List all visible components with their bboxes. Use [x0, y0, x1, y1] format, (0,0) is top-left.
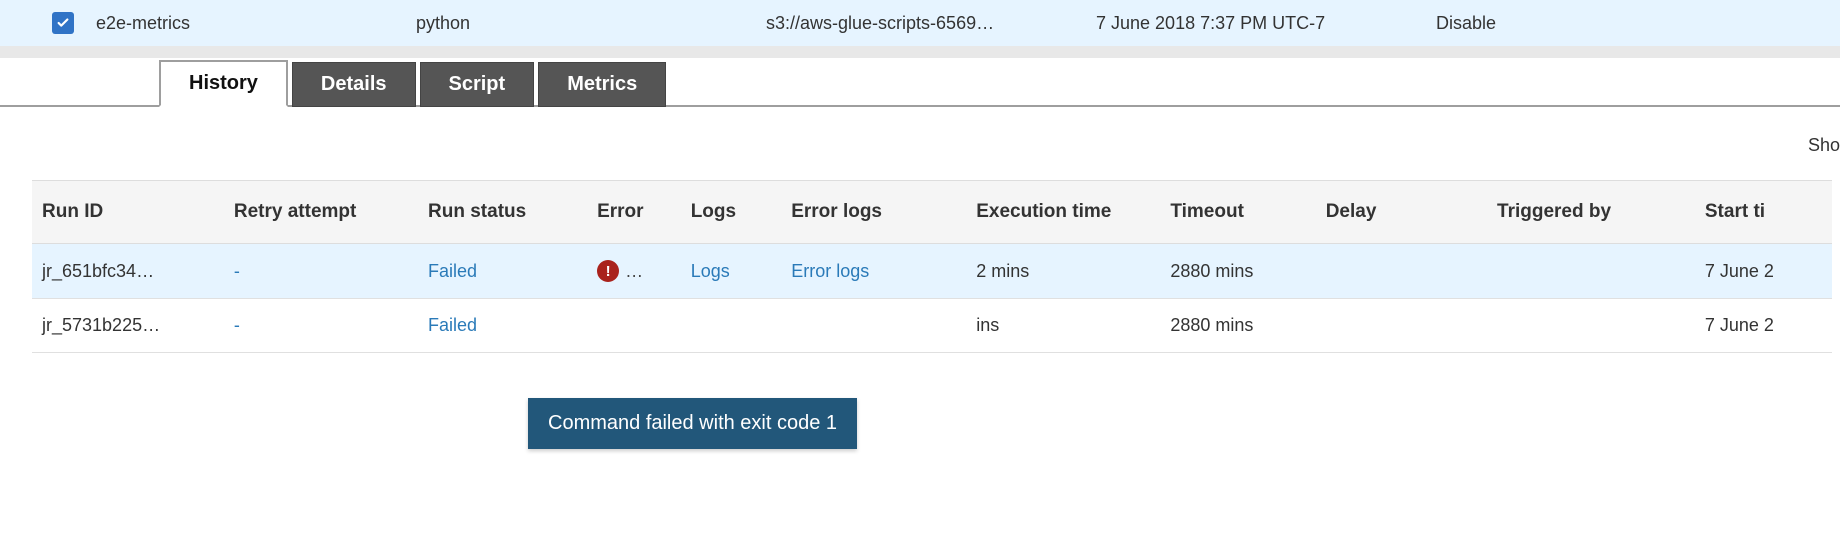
cell-status[interactable]: Failed [428, 315, 477, 335]
runs-table: Run ID Retry attempt Run status Error Lo… [32, 180, 1832, 353]
tab-history[interactable]: History [159, 60, 288, 107]
th-exec-time[interactable]: Execution time [966, 181, 1160, 244]
job-summary-row: e2e-metrics python s3://aws-glue-scripts… [0, 0, 1840, 46]
error-tooltip: Command failed with exit code 1 [528, 398, 857, 449]
cell-retry: - [234, 315, 240, 335]
table-header-row: Run ID Retry attempt Run status Error Lo… [32, 181, 1832, 244]
job-checkbox[interactable] [52, 12, 74, 34]
error-icon: ! [597, 260, 619, 282]
th-triggered-by[interactable]: Triggered by [1487, 181, 1695, 244]
th-status[interactable]: Run status [418, 181, 587, 244]
divider [0, 46, 1840, 58]
logs-link[interactable]: Logs [691, 261, 730, 281]
cell-exec-time: ins [966, 299, 1160, 353]
table-row[interactable]: jr_5731b225… - Failed ins 2880 mins 7 Ju… [32, 299, 1832, 353]
cell-delay [1316, 299, 1487, 353]
th-run-id[interactable]: Run ID [32, 181, 224, 244]
cell-status[interactable]: Failed [428, 261, 477, 281]
th-logs[interactable]: Logs [681, 181, 782, 244]
check-icon [56, 16, 70, 30]
th-timeout[interactable]: Timeout [1160, 181, 1315, 244]
show-toggle-row: Sho [0, 107, 1840, 180]
cell-error [587, 299, 681, 353]
tab-metrics[interactable]: Metrics [538, 62, 666, 107]
tabs: History Details Script Metrics [0, 58, 1840, 107]
cell-error-logs [781, 299, 966, 353]
cell-timeout: 2880 mins [1160, 244, 1315, 299]
table-row[interactable]: jr_651bfc34… - Failed ! … Logs Error log… [32, 244, 1832, 299]
cell-triggered-by [1487, 244, 1695, 299]
job-last-modified: 7 June 2018 7:37 PM UTC-7 [1096, 13, 1436, 34]
error-logs-link[interactable]: Error logs [791, 261, 869, 281]
cell-error[interactable]: ! … [597, 260, 671, 282]
cell-delay [1316, 244, 1487, 299]
job-script-location: s3://aws-glue-scripts-6569… [766, 13, 1096, 34]
job-language: python [416, 13, 766, 34]
job-name: e2e-metrics [96, 13, 416, 34]
cell-logs [681, 299, 782, 353]
job-disable-action[interactable]: Disable [1436, 13, 1496, 34]
tab-details[interactable]: Details [292, 62, 416, 107]
cell-triggered-by [1487, 299, 1695, 353]
error-text: … [625, 261, 643, 282]
show-link[interactable]: Sho [1808, 135, 1840, 155]
cell-timeout: 2880 mins [1160, 299, 1315, 353]
cell-start-time: 7 June 2 [1695, 244, 1832, 299]
th-start-time[interactable]: Start ti [1695, 181, 1832, 244]
th-retry[interactable]: Retry attempt [224, 181, 418, 244]
cell-run-id: jr_651bfc34… [32, 244, 224, 299]
th-error[interactable]: Error [587, 181, 681, 244]
cell-retry: - [234, 261, 240, 281]
cell-run-id: jr_5731b225… [32, 299, 224, 353]
th-delay[interactable]: Delay [1316, 181, 1487, 244]
cell-exec-time: 2 mins [966, 244, 1160, 299]
cell-start-time: 7 June 2 [1695, 299, 1832, 353]
th-error-logs[interactable]: Error logs [781, 181, 966, 244]
tab-script[interactable]: Script [420, 62, 535, 107]
